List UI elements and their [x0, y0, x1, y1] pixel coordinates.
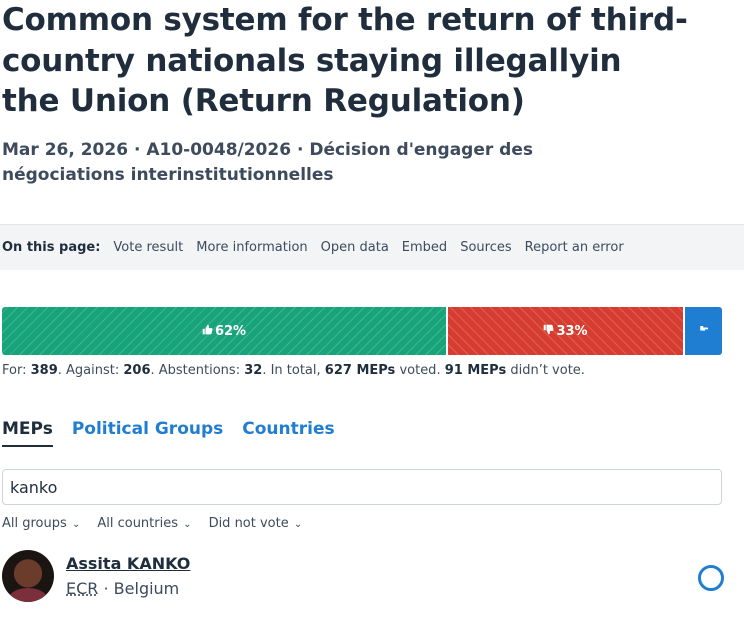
summary-didnt-label: didn’t vote. — [506, 363, 585, 378]
summary-abst-label: . Abstentions: — [150, 363, 245, 378]
summary-total-count: 627 MEPs — [324, 363, 396, 378]
vote-summary: For: 389. Against: 206. Abstentions: 32.… — [2, 362, 585, 380]
filter-groups-label: All groups — [2, 516, 67, 531]
filter-vote-position[interactable]: Did not vote ⌄ — [209, 516, 303, 531]
nav-link-more-information[interactable]: More information — [196, 240, 307, 255]
page-title: Common system for the return of third- c… — [2, 0, 702, 122]
abstention-segment[interactable] — [685, 307, 722, 355]
summary-didnt-count: 91 MEPs — [444, 363, 507, 378]
against-percentage: 33% — [556, 323, 588, 339]
summary-total-label: . In total, — [262, 363, 325, 378]
filter-countries-label: All countries — [97, 516, 178, 531]
on-this-page-nav: On this page: Vote result More informati… — [0, 224, 744, 270]
summary-against-count: 206 — [123, 363, 151, 378]
filter-groups[interactable]: All groups ⌄ — [2, 516, 80, 531]
filter-bar: All groups ⌄ All countries ⌄ Did not vot… — [2, 516, 319, 531]
nav-link-open-data[interactable]: Open data — [321, 240, 389, 255]
tab-political-groups[interactable]: Political Groups — [72, 419, 223, 447]
mep-name-link[interactable]: Assita KANKO — [66, 554, 190, 573]
nav-link-sources[interactable]: Sources — [460, 240, 511, 255]
chevron-down-icon: ⌄ — [180, 519, 192, 530]
mep-search-input[interactable] — [2, 469, 722, 505]
title-line-3: the Union (Return Regulation) — [2, 83, 525, 119]
nav-link-report-error[interactable]: Report an error — [525, 240, 624, 255]
summary-abst-count: 32 — [244, 363, 263, 378]
against-segment[interactable]: 33% — [448, 307, 683, 355]
on-this-page-label: On this page: — [2, 240, 101, 255]
mep-separator: · — [98, 579, 114, 598]
chevron-down-icon: ⌄ — [68, 519, 81, 530]
list-item: Assita KANKO ECR · Belgium — [2, 550, 724, 606]
filter-countries[interactable]: All countries ⌄ — [97, 516, 191, 531]
mep-country: Belgium — [113, 579, 180, 598]
nav-link-embed[interactable]: Embed — [402, 240, 447, 255]
result-tabs: MEPs Political Groups Countries — [2, 419, 354, 447]
summary-against-label: . Against: — [57, 363, 124, 378]
title-line-2: country nationals staying illegallyin — [2, 42, 622, 79]
vote-result-bar: 62% 33% — [2, 307, 722, 355]
hand-icon — [698, 323, 710, 339]
summary-for-label: For: — [2, 363, 31, 378]
filter-vote-position-label: Did not vote — [208, 516, 289, 531]
avatar — [2, 550, 54, 602]
mep-details: ECR · Belgium — [66, 579, 179, 598]
nav-link-vote-result[interactable]: Vote result — [113, 240, 183, 255]
vote-meta: Mar 26, 2026 · A10-0048/2026 · Décision … — [2, 140, 533, 185]
did-not-vote-icon — [698, 565, 724, 591]
for-percentage: 62% — [214, 323, 247, 339]
summary-for-count: 389 — [30, 363, 58, 378]
mep-group[interactable]: ECR — [66, 579, 98, 598]
thumbs-down-icon — [543, 324, 554, 338]
chevron-down-icon: ⌄ — [290, 519, 303, 530]
title-line-1: Common system for the return of third- — [2, 2, 688, 38]
summary-voted-label: voted. — [395, 363, 445, 378]
tab-countries[interactable]: Countries — [242, 419, 334, 447]
for-segment[interactable]: 62% — [2, 307, 446, 355]
thumbs-up-icon — [202, 324, 213, 338]
tab-meps[interactable]: MEPs — [2, 419, 53, 447]
